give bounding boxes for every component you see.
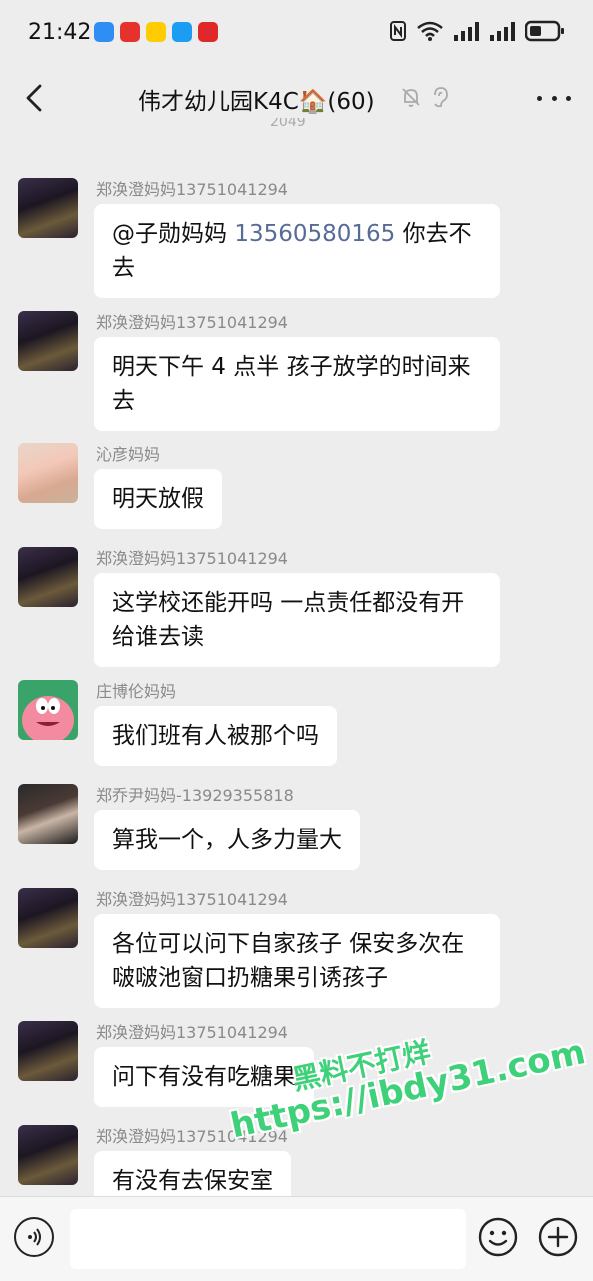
sender-name: 郑涣澄妈妈13751041294 (96, 313, 288, 332)
emoji-icon (478, 1217, 518, 1257)
avatar-woman-dark[interactable] (18, 784, 78, 844)
input-bar (0, 1196, 593, 1281)
nfc-icon (390, 21, 406, 41)
message-bubble[interactable]: 我们班有人被那个吗 (94, 706, 337, 766)
more-button[interactable] (537, 86, 571, 110)
phone-link[interactable]: 13560580165 (234, 221, 395, 247)
sender-name: 庄博伦妈妈 (96, 682, 177, 701)
message-bubble[interactable]: 明天下午 4 点半 孩子放学的时间来去 (94, 337, 500, 431)
signal-icon (454, 22, 479, 41)
more-dot (537, 95, 542, 101)
voice-button[interactable] (14, 1217, 54, 1257)
status-right (389, 20, 565, 42)
patrick-star-icon (22, 696, 74, 740)
cloud-icon (172, 22, 192, 42)
back-button[interactable] (14, 78, 54, 118)
notification-icons (94, 22, 218, 42)
avatar-night-city[interactable] (18, 178, 78, 238)
avatar-patrick-star[interactable] (18, 680, 78, 740)
ear-icon (434, 87, 448, 108)
wifi-icon (417, 21, 443, 41)
red-app-icon-2 (198, 22, 218, 42)
sender-name: 郑涣澄妈妈13751041294 (96, 1023, 288, 1042)
avatar-night-city[interactable] (18, 888, 78, 948)
voice-icon (28, 1228, 41, 1246)
chat-app-icon (94, 22, 114, 42)
avatar-night-city[interactable] (18, 1125, 78, 1185)
message-bubble[interactable]: @子勋妈妈 13560580165 你去不去 (94, 204, 500, 298)
chat-title: 伟才幼儿园K4C🏠(60) (138, 89, 375, 115)
mute-icon (402, 88, 420, 107)
message-bubble[interactable]: 这学校还能开吗 一点责任都没有开给谁去读 (94, 573, 500, 667)
avatar-night-city[interactable] (18, 547, 78, 607)
avatar-night-city[interactable] (18, 311, 78, 371)
sender-name: 郑涣澄妈妈13751041294 (96, 180, 288, 199)
sender-name: 郑涣澄妈妈13751041294 (96, 890, 288, 909)
sender-name: 郑涣澄妈妈13751041294 (96, 549, 288, 568)
more-dot (566, 95, 571, 101)
timestamp: 2049 (270, 118, 306, 130)
signal-icon-2 (490, 22, 515, 41)
emoji-button[interactable] (478, 1217, 518, 1257)
more-dot (551, 95, 557, 101)
message-input[interactable] (70, 1209, 466, 1269)
avatar-night-city[interactable] (18, 1021, 78, 1081)
status-bar: 21:42 (0, 0, 593, 66)
sender-name: 郑涣澄妈妈13751041294 (96, 1127, 288, 1146)
plus-icon (538, 1217, 578, 1257)
message-bubble[interactable]: 问下有没有吃糖果 (94, 1047, 314, 1107)
message-text: @子勋妈妈 (112, 221, 235, 247)
sender-name: 沁彦妈妈 (96, 445, 161, 464)
red-app-icon (120, 22, 140, 42)
avatar-girls-photo[interactable] (18, 443, 78, 503)
meituan-icon (146, 22, 166, 42)
status-time: 21:42 (28, 20, 92, 45)
chevron-left-icon (26, 84, 42, 112)
header-status-icons (400, 86, 450, 108)
plus-button[interactable] (538, 1217, 578, 1257)
watermark-line1: 黑料不打烊 (289, 1035, 434, 1097)
sender-name: 郑乔尹妈妈-13929355818 (96, 786, 294, 805)
message-bubble[interactable]: 明天放假 (94, 469, 222, 529)
message-bubble[interactable]: 算我一个，人多力量大 (94, 810, 360, 870)
message-bubble[interactable]: 各位可以问下自家孩子 保安多次在啵啵池窗口扔糖果引诱孩子 (94, 914, 500, 1008)
battery-icon (525, 20, 564, 42)
